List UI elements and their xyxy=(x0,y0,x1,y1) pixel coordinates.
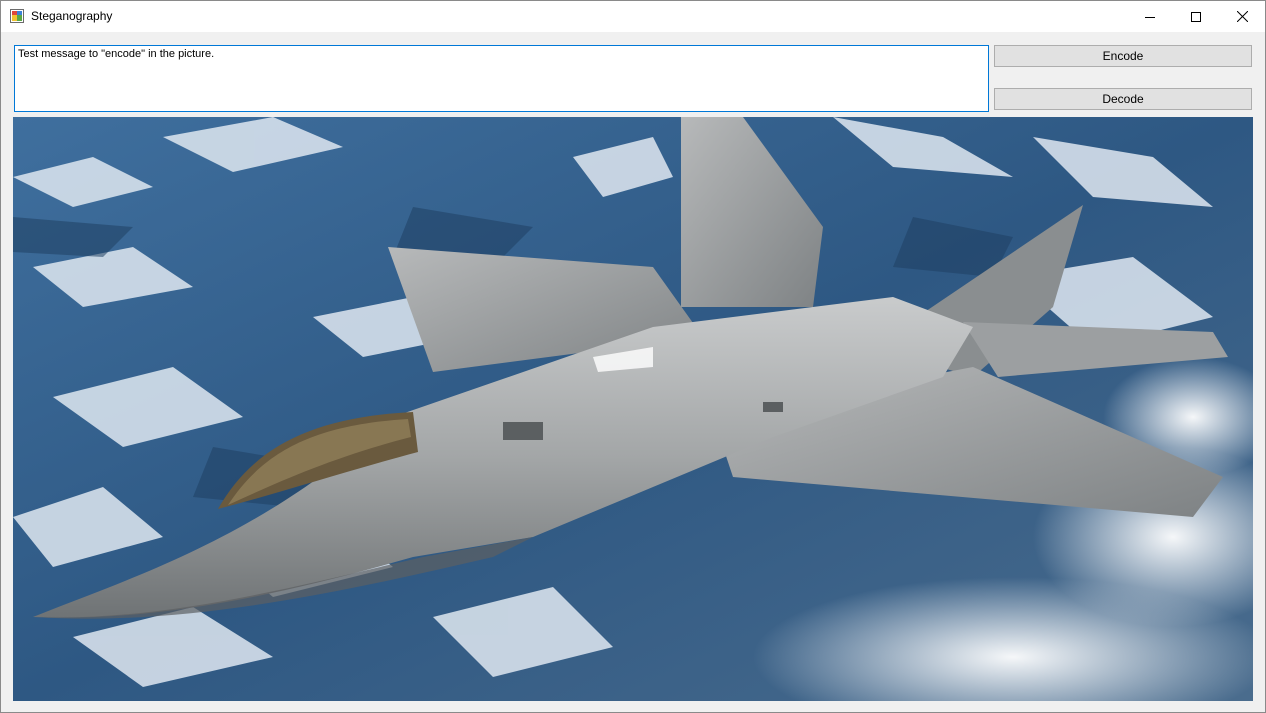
encode-button-label: Encode xyxy=(1102,49,1144,63)
app-icon[interactable] xyxy=(10,9,24,23)
window-title: Steganography xyxy=(31,9,113,23)
encode-button[interactable]: Encode xyxy=(994,45,1252,67)
fighter-jet-image xyxy=(13,117,1253,701)
message-text: Test message to "encode" in the picture. xyxy=(18,48,215,60)
message-input[interactable]: Test message to "encode" in the picture. xyxy=(14,45,989,112)
minimize-button[interactable] xyxy=(1127,1,1173,32)
maximize-icon xyxy=(1191,11,1201,22)
picture-box xyxy=(13,117,1253,701)
maximize-button[interactable] xyxy=(1173,1,1219,32)
minimize-icon xyxy=(1145,16,1155,18)
decode-button[interactable]: Decode xyxy=(994,88,1252,110)
app-window: Steganography Test message to "encode" i… xyxy=(0,0,1266,713)
decode-button-label: Decode xyxy=(1102,92,1144,106)
close-button[interactable] xyxy=(1219,1,1265,32)
close-icon xyxy=(1236,11,1248,22)
title-bar[interactable]: Steganography xyxy=(1,1,1265,32)
